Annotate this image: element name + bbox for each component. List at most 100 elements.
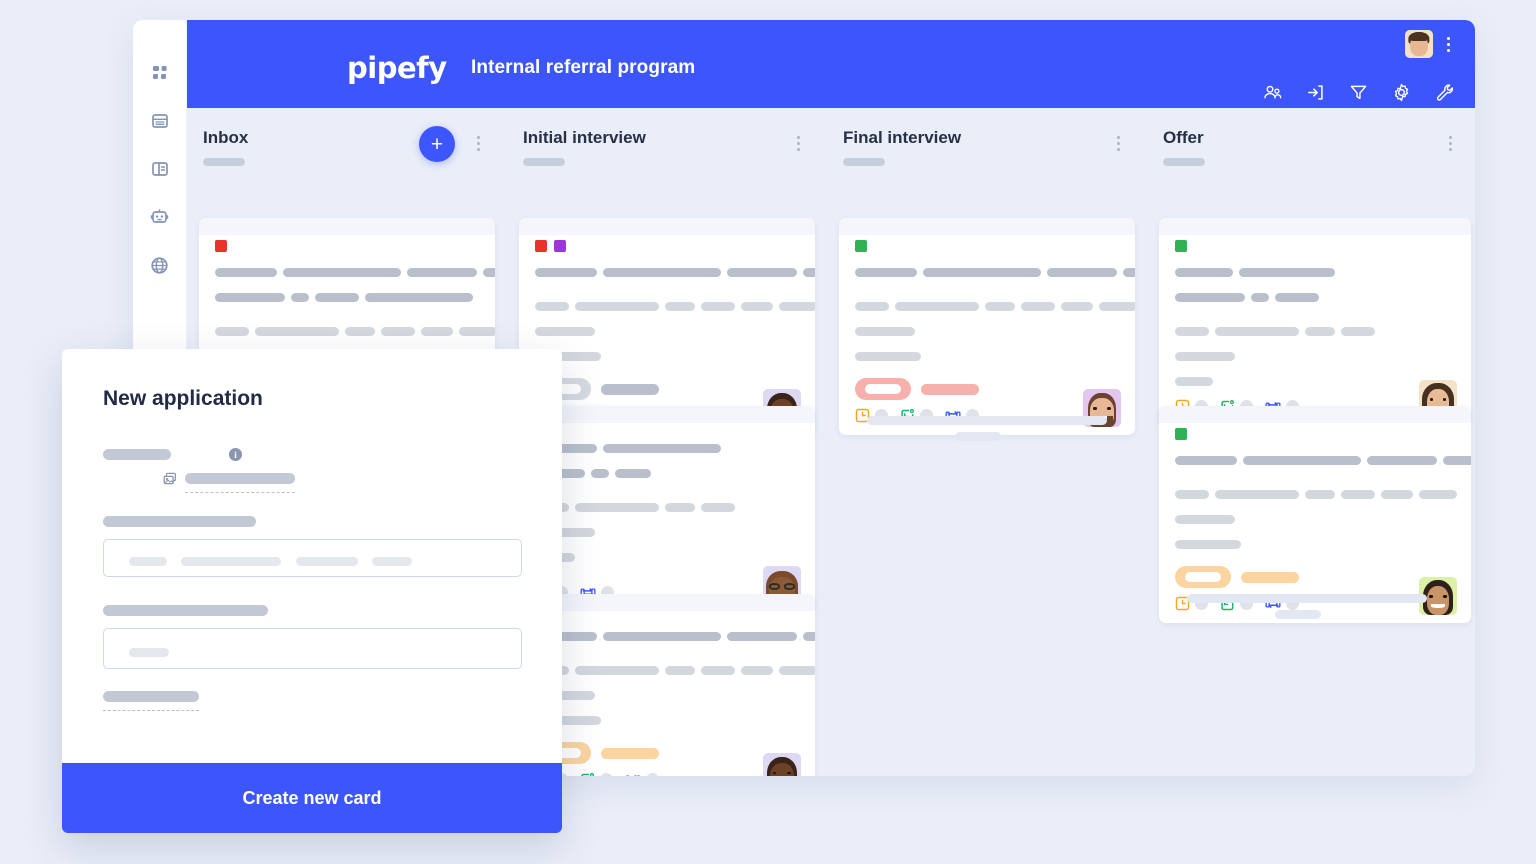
card-title-line (1175, 452, 1471, 470)
tag-red (215, 240, 227, 252)
column-kebab-menu[interactable] (789, 130, 807, 156)
add-card-button[interactable]: + (419, 126, 455, 162)
status-badge (1175, 566, 1231, 588)
card[interactable] (839, 218, 1135, 435)
text-input-field[interactable] (103, 628, 522, 669)
sidebar-item-reports[interactable] (145, 154, 175, 184)
card-title-line (535, 628, 815, 646)
brand-logo: pipefy (347, 51, 447, 85)
wrench-tools-icon[interactable] (1434, 82, 1455, 103)
page-title: Internal referral program (471, 57, 696, 78)
card-meta-line (535, 524, 799, 542)
card-meta-line (535, 662, 815, 680)
card-color-strip (519, 218, 815, 235)
column-count-placeholder (523, 158, 565, 166)
card-tags (535, 611, 799, 616)
card-tags (215, 235, 479, 252)
card-meta-line (535, 323, 799, 341)
members-icon[interactable] (1262, 82, 1283, 103)
info-icon[interactable]: i (229, 448, 242, 461)
card-meta-line (535, 499, 799, 517)
status-badge (855, 378, 911, 400)
card-assignee-avatar[interactable] (763, 753, 801, 776)
field-label-placeholder (103, 605, 268, 616)
card-title-line (855, 264, 1135, 282)
settings-gear-icon[interactable] (1391, 82, 1412, 103)
card-status-pill-row (1175, 566, 1455, 588)
column-header: Inbox + (187, 108, 507, 180)
card-title-line (535, 440, 799, 458)
create-new-card-button[interactable]: Create new card (62, 763, 562, 833)
status-bar (601, 383, 659, 395)
field-dashed-underline (103, 710, 199, 711)
modal-title: New application (103, 387, 263, 410)
card-meta-line (1175, 323, 1455, 341)
avatar[interactable] (1405, 30, 1433, 58)
text-input-field[interactable] (103, 539, 522, 577)
card-color-strip (1159, 406, 1471, 423)
card-color-strip (199, 218, 495, 235)
field-value-placeholder (185, 473, 295, 484)
card-title-line (215, 289, 479, 307)
tag-green (855, 240, 867, 252)
card-tags (535, 423, 799, 428)
filter-icon[interactable] (1348, 82, 1369, 103)
sidebar-item-automations[interactable] (145, 202, 175, 232)
database-icon (150, 111, 170, 131)
card[interactable] (519, 218, 815, 435)
import-icon[interactable] (1305, 82, 1326, 103)
card[interactable] (1159, 218, 1471, 426)
board-column-offer: Offer (1147, 108, 1471, 776)
card-title-line (1175, 264, 1455, 282)
column-header: Initial interview (507, 108, 827, 180)
header-right-cluster (1405, 30, 1457, 58)
card[interactable] (519, 594, 815, 776)
robot-automation-icon (149, 207, 170, 228)
grid-dashboard-icon (150, 63, 170, 83)
field-label-placeholder (103, 449, 171, 460)
card-meta-line (855, 323, 1119, 341)
loading-skeleton-bar (1275, 610, 1321, 619)
card-meta-line (535, 549, 799, 567)
globe-icon (149, 255, 170, 276)
card-meta-line (1175, 536, 1455, 554)
card-meta-line (1175, 511, 1455, 529)
sidebar-item-database[interactable] (145, 106, 175, 136)
loading-skeleton-bar (867, 416, 1107, 425)
tag-purple (554, 240, 566, 252)
card-tags (535, 235, 799, 252)
column-kebab-menu[interactable] (1441, 130, 1459, 156)
card-tags (1175, 423, 1455, 440)
column-count-placeholder (1163, 158, 1205, 166)
sidebar-item-dashboard[interactable] (145, 58, 175, 88)
status-bar (921, 383, 979, 395)
card-status-pill-row (535, 378, 799, 400)
card-meta-line (535, 712, 799, 730)
card-color-strip (519, 594, 815, 611)
tag-green (1175, 428, 1187, 440)
new-application-modal: New application i Create new card (62, 349, 562, 833)
card-color-strip (839, 218, 1135, 235)
card-meta-line (1175, 348, 1455, 366)
card-tags (1175, 235, 1455, 252)
sidebar-item-public[interactable] (145, 250, 175, 280)
status-bar (1241, 571, 1299, 583)
attachment-icon (162, 471, 178, 492)
column-count-placeholder (203, 158, 245, 166)
column-kebab-menu[interactable] (1109, 130, 1127, 156)
field-label-placeholder (103, 691, 199, 702)
tag-red (535, 240, 547, 252)
column-title: Offer (1163, 128, 1204, 147)
card-icon-placeholder (646, 773, 659, 776)
card[interactable] (1159, 406, 1471, 623)
card-title-line (535, 264, 815, 282)
header-toolbar (1262, 82, 1455, 103)
header-kebab-menu[interactable] (1439, 31, 1457, 57)
column-kebab-menu[interactable] (469, 130, 487, 156)
card-color-strip (1159, 218, 1471, 235)
column-title: Inbox (203, 128, 249, 147)
card-icon-row (535, 772, 799, 776)
card-status-pill-row (855, 378, 1119, 400)
calendar-check-icon (580, 772, 595, 776)
card[interactable] (519, 406, 815, 612)
